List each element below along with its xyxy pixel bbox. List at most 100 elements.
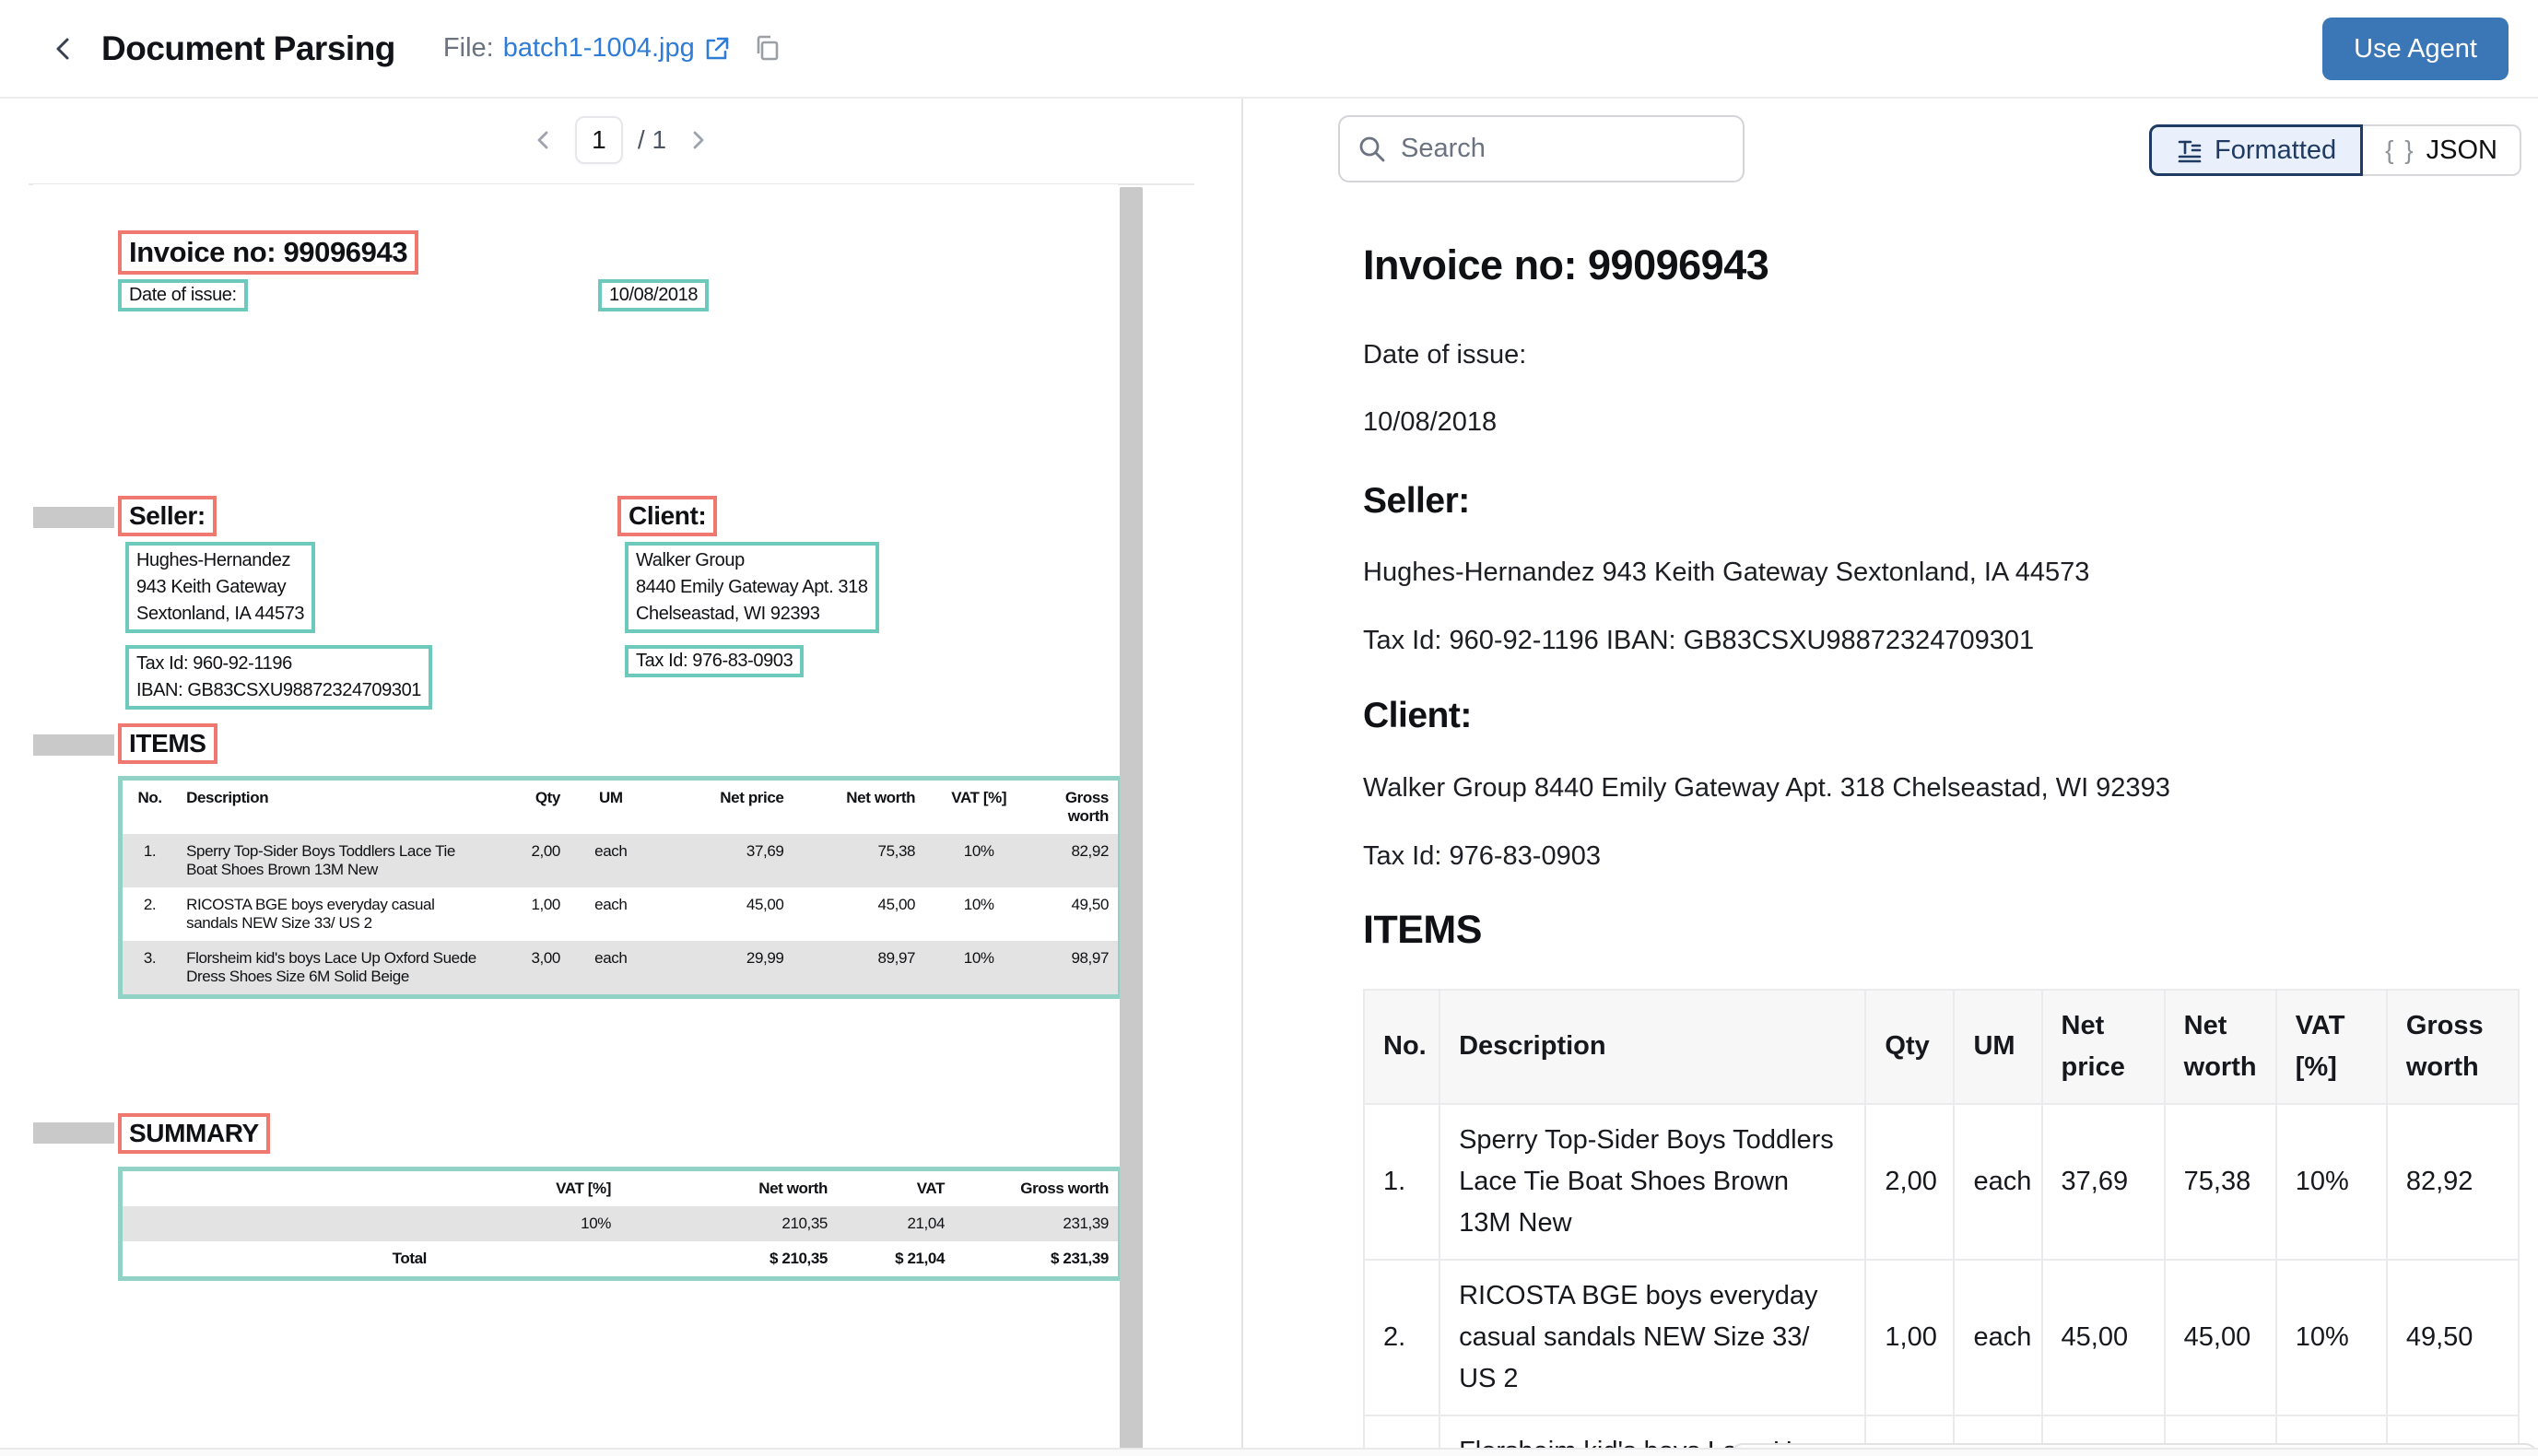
doc-cell [436, 1241, 620, 1276]
result-cell: 2. [1364, 1260, 1439, 1415]
result-table-row: 1. Sperry Top-Sider Boys Toddlers Lace T… [1364, 1104, 2519, 1260]
back-button[interactable] [44, 29, 85, 69]
formatted-label: Formatted [2215, 135, 2336, 166]
search-input[interactable] [1401, 134, 1726, 164]
doc-client-label-annotation[interactable]: Client: [617, 496, 717, 536]
prev-page-button[interactable] [527, 123, 560, 157]
result-col-header: Gross worth [2387, 990, 2519, 1104]
result-cell: 45,00 [2165, 1260, 2276, 1415]
doc-col-header: Net price [652, 781, 793, 834]
doc-cell: 10% [436, 1206, 620, 1241]
doc-invoice-no-annotation[interactable]: Invoice no: 99096943 [118, 230, 418, 275]
braces-icon: { } [2385, 135, 2415, 165]
document-page: Invoice no: 99096943 Date of issue: 10/0… [33, 184, 1118, 1456]
doc-sum-header [123, 1171, 436, 1206]
file-link[interactable]: batch1-1004.jpg [503, 33, 730, 64]
doc-cell: $ 231,39 [954, 1241, 1118, 1276]
result-items-table: No. Description Qty UM Net price Net wor… [1363, 989, 2520, 1456]
client-address-line: 8440 Emily Gateway Apt. 318 [636, 574, 868, 601]
doc-summary-label-annotation[interactable]: SUMMARY [118, 1113, 270, 1154]
doc-cell: 37,69 [652, 834, 793, 887]
result-col-header: Description [1439, 990, 1865, 1104]
client-address-line: Walker Group [636, 547, 868, 574]
doc-cell [123, 1206, 436, 1241]
doc-cell: 29,99 [652, 941, 793, 994]
doc-client-address-annotation[interactable]: Walker Group 8440 Emily Gateway Apt. 318… [625, 542, 879, 633]
doc-item-row: 3. Florsheim kid's boys Lace Up Oxford S… [123, 941, 1118, 994]
result-seller-heading: Seller: [1363, 481, 1470, 522]
seller-address-line: Sextonland, IA 44573 [136, 601, 304, 628]
file-label: File: [443, 33, 494, 64]
copy-button[interactable] [752, 33, 783, 65]
doc-cell: 10% [924, 941, 1033, 994]
doc-cell: 210,35 [620, 1206, 837, 1241]
doc-item-row: 2. RICOSTA BGE boys everyday casual sand… [123, 887, 1118, 941]
document-scrollbar[interactable] [1120, 187, 1143, 1450]
result-date-label: Date of issue: [1363, 340, 1526, 370]
result-client-tax-text: Tax Id: 976-83-0903 [1363, 841, 1601, 872]
doc-summary-table: VAT [%] Net worth VAT Gross worth 10% 21… [123, 1171, 1118, 1276]
doc-cell: each [570, 834, 652, 887]
doc-cell: 3. [123, 941, 177, 994]
doc-cell: 2. [123, 887, 177, 941]
doc-col-header: Qty [487, 781, 570, 834]
file-name: batch1-1004.jpg [503, 33, 695, 64]
result-table-header-row: No. Description Qty UM Net price Net wor… [1364, 990, 2519, 1104]
copy-icon [752, 33, 783, 65]
doc-client-tax-annotation[interactable]: Tax Id: 976-83-0903 [625, 645, 804, 677]
result-seller-tax-text: Tax Id: 960-92-1196 IBAN: GB83CSXU988723… [1363, 626, 2034, 656]
doc-summary-row: 10% 210,35 21,04 231,39 [123, 1206, 1118, 1241]
result-cell: 75,38 [2165, 1104, 2276, 1260]
result-cell: Sperry Top-Sider Boys Toddlers Lace Tie … [1439, 1104, 1865, 1260]
result-client-text: Walker Group 8440 Emily Gateway Apt. 318… [1363, 773, 2170, 804]
doc-sum-header: VAT [837, 1171, 954, 1206]
doc-seller-label-annotation[interactable]: Seller: [118, 496, 217, 536]
file-group: File: batch1-1004.jpg [443, 33, 783, 65]
doc-date-value-annotation[interactable]: 10/08/2018 [598, 279, 709, 311]
doc-col-header: Description [177, 781, 487, 834]
doc-items-label-annotation[interactable]: ITEMS [118, 723, 217, 764]
next-page-button[interactable] [681, 123, 714, 157]
doc-cell: 10% [924, 887, 1033, 941]
result-cell: 1,00 [1865, 1260, 1954, 1415]
result-col-header: Net price [2042, 990, 2165, 1104]
seller-tax-line: IBAN: GB83CSXU98872324709301 [136, 677, 421, 704]
current-page-input[interactable]: 1 [575, 116, 623, 164]
doc-summary-table-annotation[interactable]: VAT [%] Net worth VAT Gross worth 10% 21… [118, 1167, 1122, 1281]
doc-cell: 1,00 [487, 887, 570, 941]
result-invoice-heading: Invoice no: 99096943 [1363, 241, 1768, 289]
formatted-icon [2176, 136, 2203, 164]
result-date-value: 10/08/2018 [1363, 407, 1497, 438]
external-link-icon [702, 35, 730, 63]
json-tab[interactable]: { } JSON [2363, 124, 2521, 176]
page-navigation: 1 / 1 [0, 99, 1241, 182]
doc-cell: Florsheim kid's boys Lace Up Oxford Sued… [177, 941, 487, 994]
doc-cell: 2,00 [487, 834, 570, 887]
result-col-header: UM [1954, 990, 2041, 1104]
result-col-header: VAT [%] [2276, 990, 2387, 1104]
doc-col-header: Net worth [793, 781, 924, 834]
search-box[interactable] [1338, 115, 1745, 182]
result-col-header: Qty [1865, 990, 1954, 1104]
doc-cell: RICOSTA BGE boys everyday casual sandals… [177, 887, 487, 941]
redaction-bar [33, 1122, 114, 1144]
page-title: Document Parsing [101, 29, 395, 68]
doc-col-header: UM [570, 781, 652, 834]
chevron-left-icon [51, 35, 78, 63]
top-header: Document Parsing File: batch1-1004.jpg [0, 0, 2538, 99]
doc-seller-tax-annotation[interactable]: Tax Id: 960-92-1196 IBAN: GB83CSXU988723… [125, 645, 432, 710]
result-cell: 2,00 [1865, 1104, 1954, 1260]
result-table-row: 2. RICOSTA BGE boys everyday casual sand… [1364, 1260, 2519, 1415]
doc-items-table-annotation[interactable]: No. Description Qty UM Net price Net wor… [118, 776, 1122, 999]
result-cell: 45,00 [2042, 1260, 2165, 1415]
seller-address-line: 943 Keith Gateway [136, 574, 304, 601]
doc-cell: 98,97 [1033, 941, 1118, 994]
formatted-tab[interactable]: Formatted [2149, 124, 2363, 176]
result-cell: 37,69 [2042, 1104, 2165, 1260]
use-agent-button[interactable]: Use Agent [2322, 18, 2509, 80]
doc-date-label-annotation[interactable]: Date of issue: [118, 279, 248, 311]
doc-cell: Sperry Top-Sider Boys Toddlers Lace Tie … [177, 834, 487, 887]
doc-seller-address-annotation[interactable]: Hughes-Hernandez 943 Keith Gateway Sexto… [125, 542, 315, 633]
doc-items-table: No. Description Qty UM Net price Net wor… [123, 781, 1118, 994]
result-items-heading: ITEMS [1363, 908, 1482, 953]
